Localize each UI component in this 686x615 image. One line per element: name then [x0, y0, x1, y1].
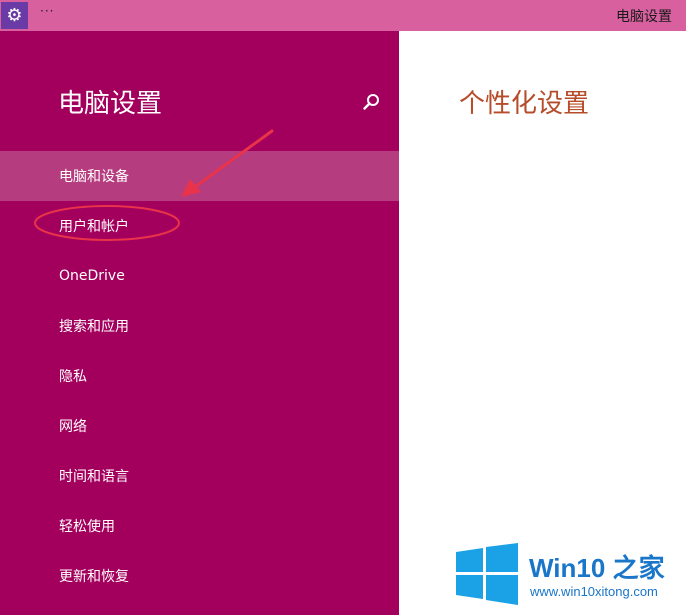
- sidebar-item-onedrive[interactable]: OneDrive: [0, 251, 399, 301]
- title-bar: ⚙ ··· 电脑设置: [0, 0, 686, 31]
- windows-logo-icon: [456, 543, 518, 605]
- sidebar-item-privacy[interactable]: 隐私: [0, 351, 399, 401]
- watermark-brand: Win10 之家: [529, 548, 665, 585]
- watermark-brand-win: Win10: [529, 553, 606, 583]
- sidebar-item-time-and-language[interactable]: 时间和语言: [0, 451, 399, 501]
- sidebar-item-search-and-apps[interactable]: 搜索和应用: [0, 301, 399, 351]
- search-icon: [363, 94, 379, 110]
- sidebar-item-ease-of-access[interactable]: 轻松使用: [0, 501, 399, 551]
- gear-icon[interactable]: ⚙: [1, 2, 28, 29]
- sidebar-item-update-and-recovery[interactable]: 更新和恢复: [0, 551, 399, 601]
- sidebar-item-label: 轻松使用: [59, 519, 115, 535]
- sidebar-item-network[interactable]: 网络: [0, 401, 399, 451]
- search-button[interactable]: [360, 91, 382, 113]
- sidebar-item-pc-and-devices[interactable]: 电脑和设备: [0, 151, 399, 201]
- main-panel: 个性化设置: [399, 31, 686, 615]
- title-menu-dots[interactable]: ···: [40, 4, 54, 18]
- sidebar-item-label: 网络: [59, 419, 87, 435]
- sidebar-title: 电脑设置: [58, 89, 163, 119]
- watermark-brand-suffix: 之家: [612, 553, 665, 583]
- sidebar-item-label: 更新和恢复: [59, 569, 129, 585]
- watermark: Win10 之家 www.win10xitong.com: [456, 540, 682, 608]
- sidebar-item-label: OneDrive: [59, 268, 125, 284]
- sidebar-item-accounts[interactable]: 用户和帐户: [0, 201, 399, 251]
- sidebar-item-label: 时间和语言: [59, 469, 129, 485]
- watermark-url: www.win10xitong.com: [530, 584, 658, 599]
- sidebar-item-label: 搜索和应用: [59, 319, 129, 335]
- sidebar-item-label: 电脑和设备: [59, 169, 129, 185]
- sidebar-item-label: 用户和帐户: [59, 219, 129, 235]
- sidebar: 电脑设置 电脑和设备 用户和帐户 OneDrive 搜索和应用 隐私 网络 时间…: [0, 31, 399, 615]
- window-title: 电脑设置: [616, 9, 672, 25]
- sidebar-nav: 电脑和设备 用户和帐户 OneDrive 搜索和应用 隐私 网络 时间和语言 轻…: [0, 151, 399, 601]
- sidebar-item-label: 隐私: [59, 369, 87, 385]
- main-title: 个性化设置: [459, 89, 590, 119]
